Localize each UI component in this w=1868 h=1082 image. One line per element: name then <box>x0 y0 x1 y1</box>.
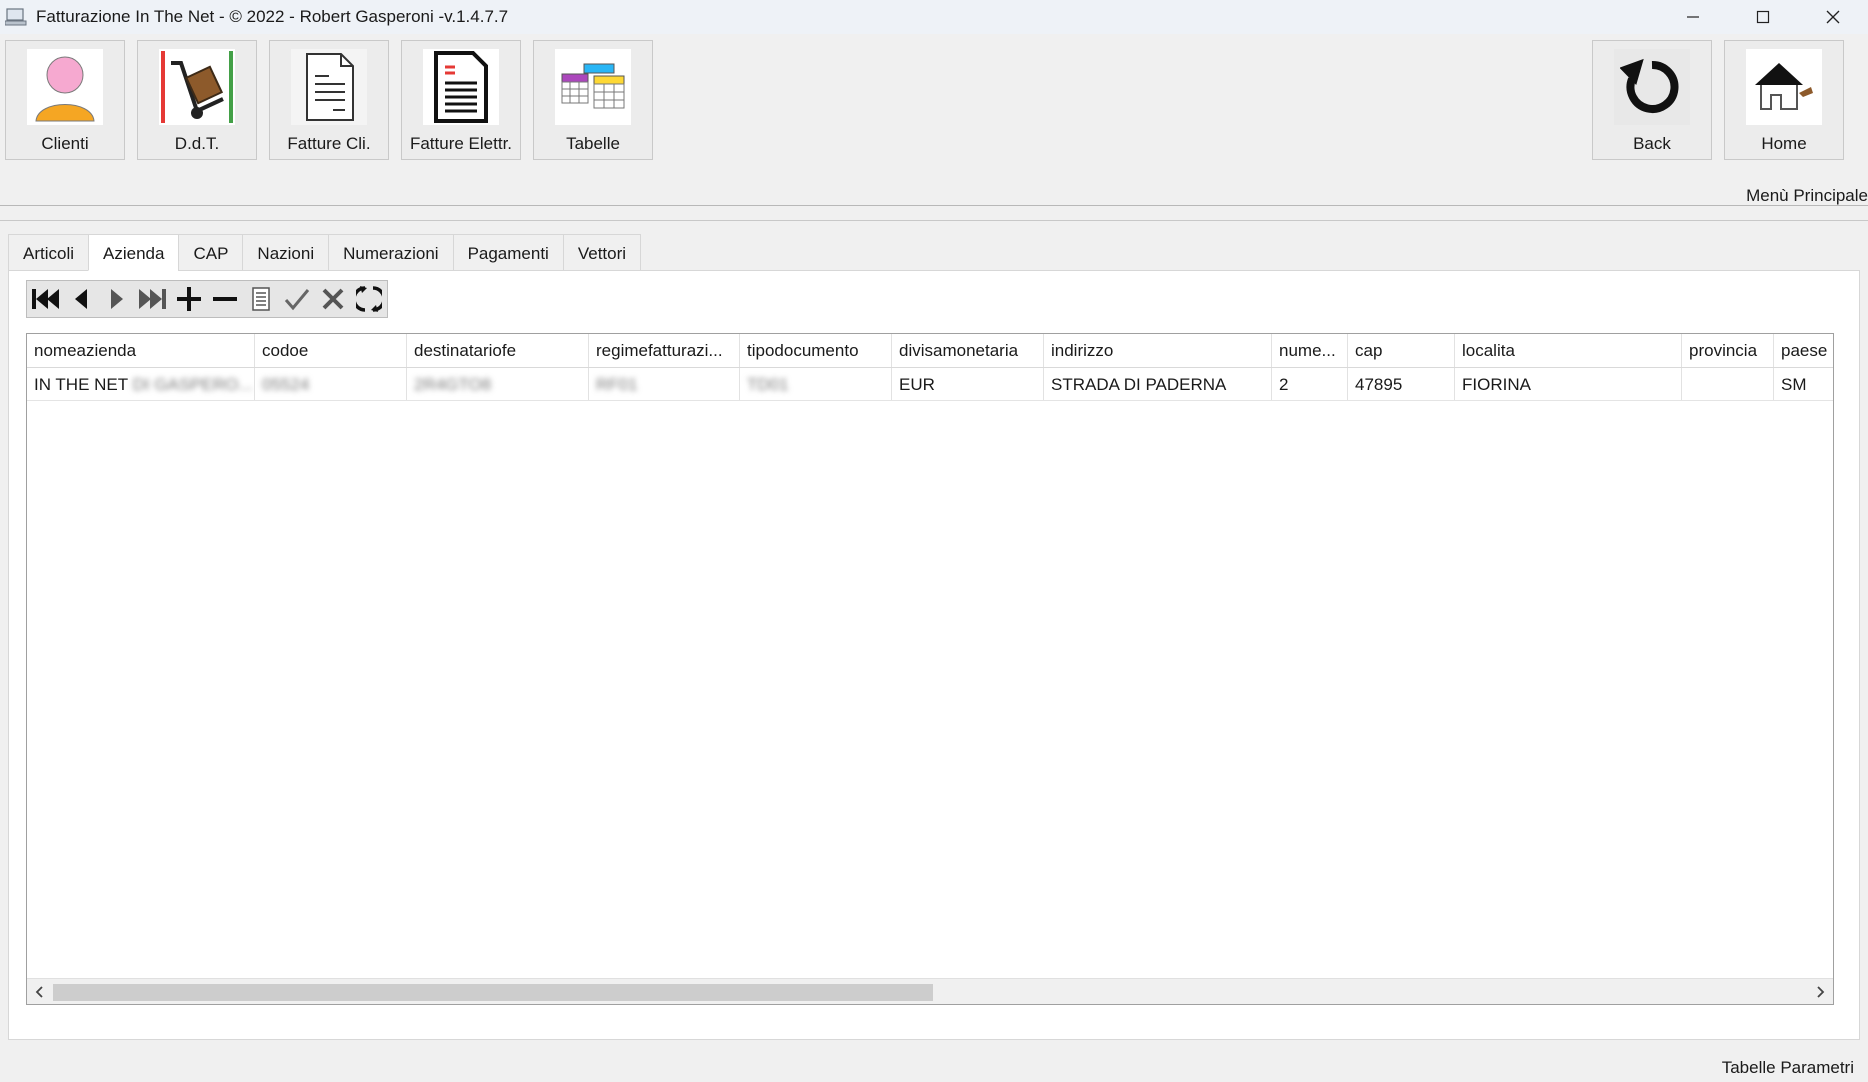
close-icon <box>1826 10 1840 24</box>
tabelle-button[interactable]: Tabelle <box>533 40 653 160</box>
clienti-label: Clienti <box>41 134 89 153</box>
tables-icon <box>555 49 631 125</box>
scrollbar-thumb[interactable] <box>53 984 933 1001</box>
column-header[interactable]: cap <box>1348 334 1455 367</box>
separator <box>0 205 1868 206</box>
person-icon <box>27 49 103 125</box>
tab-numerazioni[interactable]: Numerazioni <box>328 234 453 271</box>
electronic-invoice-icon <box>423 49 499 125</box>
refresh-back-icon <box>1614 49 1690 125</box>
column-header[interactable]: nume... <box>1272 334 1348 367</box>
fatture-elettr-button[interactable]: Fatture Elettr. <box>401 40 521 160</box>
ddt-button[interactable]: D.d.T. <box>137 40 257 160</box>
back-button[interactable]: Back <box>1592 40 1712 160</box>
document-icon <box>291 49 367 125</box>
column-header[interactable]: localita <box>1455 334 1682 367</box>
close-button[interactable] <box>1798 0 1868 34</box>
section-label: Menù Principale <box>1746 186 1868 205</box>
tab-bar: Articoli Azienda CAP Nazioni Numerazioni… <box>8 234 642 271</box>
fatture-elettr-label: Fatture Elettr. <box>409 134 513 153</box>
cancel-icon <box>322 288 344 310</box>
next-record-icon <box>111 289 123 309</box>
refresh-button[interactable] <box>351 281 387 317</box>
app-icon <box>5 7 27 27</box>
maximize-button[interactable] <box>1728 0 1798 34</box>
column-header[interactable]: divisamonetaria <box>892 334 1044 367</box>
chevron-left-icon <box>35 986 43 998</box>
delete-record-button[interactable] <box>207 281 243 317</box>
tab-articoli[interactable]: Articoli <box>8 234 89 271</box>
horizontal-scrollbar[interactable] <box>27 978 1833 1004</box>
scroll-left-button[interactable] <box>27 979 53 1004</box>
cell-regimefatturazione[interactable]: RF01 <box>589 368 740 400</box>
tab-pagamenti[interactable]: Pagamenti <box>452 234 563 271</box>
prior-record-icon <box>75 289 87 309</box>
refresh-icon <box>356 286 382 312</box>
prior-record-button[interactable] <box>63 281 99 317</box>
next-record-button[interactable] <box>99 281 135 317</box>
status-label: Tabelle Parametri <box>1721 1058 1854 1077</box>
tab-cap[interactable]: CAP <box>178 234 243 271</box>
record-navigator <box>26 280 388 318</box>
insert-icon <box>177 287 201 311</box>
home-icon <box>1746 49 1822 125</box>
cell-destinatariofe[interactable]: 2R4GTO8 <box>407 368 589 400</box>
cell-nomeazienda[interactable]: IN THE NET DI GASPERO... <box>27 368 255 400</box>
data-grid: nomeazienda codoe destinatariofe regimef… <box>26 333 1834 1005</box>
cell-numero[interactable]: 2 <box>1272 368 1348 400</box>
column-header[interactable]: regimefatturazi... <box>589 334 740 367</box>
cell-divisamonetaria[interactable]: EUR <box>892 368 1044 400</box>
insert-record-button[interactable] <box>171 281 207 317</box>
cell-tipodocumento[interactable]: TD01 <box>740 368 892 400</box>
column-header[interactable]: codoe <box>255 334 407 367</box>
chevron-right-icon <box>1817 986 1825 998</box>
post-icon <box>284 289 310 311</box>
cancel-edit-button[interactable] <box>315 281 351 317</box>
home-label: Home <box>1761 134 1807 153</box>
separator <box>0 220 1868 221</box>
fatture-cli-button[interactable]: Fatture Cli. <box>269 40 389 160</box>
scroll-right-button[interactable] <box>1807 979 1833 1004</box>
fatture-cli-label: Fatture Cli. <box>287 134 371 153</box>
last-record-button[interactable] <box>135 281 171 317</box>
cell-indirizzo[interactable]: STRADA DI PADERNA <box>1044 368 1272 400</box>
column-header[interactable]: destinatariofe <box>407 334 589 367</box>
column-header[interactable]: nomeazienda <box>27 334 255 367</box>
status-bar <box>0 1040 1868 1082</box>
hand-truck-icon <box>159 49 235 125</box>
post-record-button[interactable] <box>279 281 315 317</box>
home-button[interactable]: Home <box>1724 40 1844 160</box>
table-row[interactable]: IN THE NET DI GASPERO... 05524 2R4GTO8 R… <box>27 368 1833 401</box>
last-record-icon <box>139 289 166 309</box>
delete-icon <box>213 297 237 301</box>
column-header[interactable]: indirizzo <box>1044 334 1272 367</box>
tab-azienda[interactable]: Azienda <box>88 234 179 271</box>
ddt-label: D.d.T. <box>174 134 220 153</box>
maximize-icon <box>1756 10 1770 24</box>
grid-header: nomeazienda codoe destinatariofe regimef… <box>27 334 1833 368</box>
column-header[interactable]: paese <box>1774 334 1833 367</box>
edit-record-button[interactable] <box>243 281 279 317</box>
clienti-button[interactable]: Clienti <box>5 40 125 160</box>
main-toolbar: Clienti D.d.T. Fatture Cli. Fatture Elet… <box>0 34 1868 209</box>
title-bar: Fatturazione In The Net - © 2022 - Rober… <box>0 0 1868 34</box>
cell-localita[interactable]: FIORINA <box>1455 368 1682 400</box>
cell-paese[interactable]: SM <box>1774 368 1833 400</box>
column-header[interactable]: provincia <box>1682 334 1774 367</box>
edit-icon <box>252 287 270 311</box>
first-record-button[interactable] <box>27 281 63 317</box>
column-header[interactable]: tipodocumento <box>740 334 892 367</box>
window-title: Fatturazione In The Net - © 2022 - Rober… <box>36 7 509 26</box>
minimize-button[interactable] <box>1658 0 1728 34</box>
cell-cap[interactable]: 47895 <box>1348 368 1455 400</box>
tab-nazioni[interactable]: Nazioni <box>242 234 329 271</box>
back-label: Back <box>1633 134 1671 153</box>
cell-provincia[interactable] <box>1682 368 1774 400</box>
cell-codoe[interactable]: 05524 <box>255 368 407 400</box>
tabelle-label: Tabelle <box>566 134 620 153</box>
first-record-icon <box>32 289 59 309</box>
tab-vettori[interactable]: Vettori <box>562 234 642 271</box>
minimize-icon <box>1687 16 1699 18</box>
